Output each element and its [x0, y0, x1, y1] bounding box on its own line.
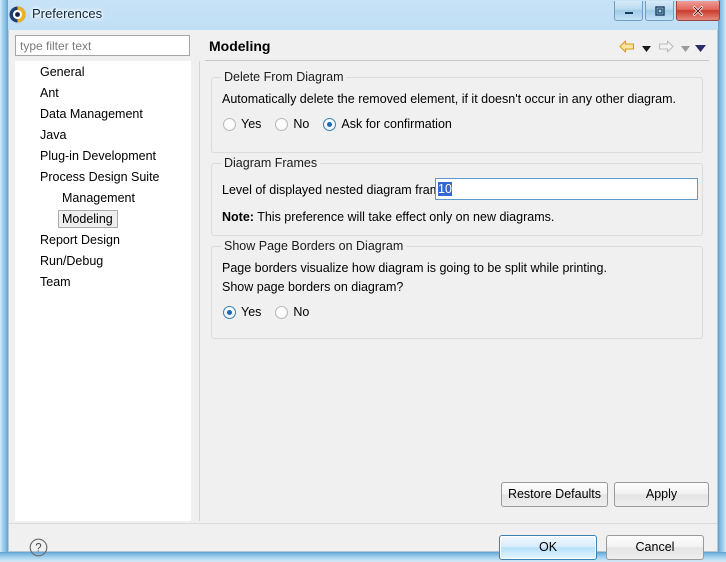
radio-icon	[275, 117, 289, 131]
preferences-app-icon	[9, 6, 26, 23]
sidebar-item-team[interactable]: Team	[16, 272, 190, 293]
group-title: Show Page Borders on Diagram	[221, 239, 407, 253]
filter-input[interactable]	[15, 35, 190, 56]
back-button[interactable]	[616, 39, 638, 57]
page-borders-description-line1: Page borders visualize how diagram is go…	[222, 261, 607, 275]
preferences-dialog-window: Preferences type filter text General Ant…	[0, 0, 726, 562]
back-arrow-icon	[619, 40, 635, 56]
radio-delete-no[interactable]: No	[275, 117, 309, 131]
window-title: Preferences	[32, 6, 103, 21]
radio-delete-ask-for-confirmation[interactable]: Ask for confirmation	[323, 117, 452, 131]
radio-icon	[223, 117, 236, 131]
note-body: This preference will take effect only on…	[257, 210, 555, 224]
group-description: Automatically delete the removed element…	[222, 92, 677, 106]
radio-icon-selected	[323, 117, 337, 131]
nested-frames-label: Level of displayed nested diagram frames…	[222, 183, 457, 197]
window-frame-left	[0, 0, 8, 562]
radio-delete-yes[interactable]: Yes	[223, 117, 261, 131]
sidebar-item-label: Java	[40, 128, 67, 142]
note-label: Note:	[222, 210, 254, 224]
apply-button[interactable]: Apply	[614, 482, 709, 507]
group-title: Delete From Diagram	[221, 70, 347, 84]
note-text: Note: This preference will take effect o…	[222, 210, 554, 224]
sidebar-item-label: Modeling	[58, 210, 118, 228]
minimize-icon	[615, 1, 642, 20]
cancel-button[interactable]: Cancel	[606, 535, 704, 560]
sidebar-item-process-design-suite[interactable]: Process Design Suite	[16, 167, 190, 188]
minimize-button[interactable]	[614, 1, 643, 21]
title-separator	[205, 60, 709, 61]
close-icon	[677, 1, 719, 20]
window-frame-right	[718, 0, 726, 562]
radio-page-borders-no[interactable]: No	[275, 305, 309, 319]
group-delete-from-diagram: Delete From Diagram Automatically delete…	[211, 70, 703, 153]
back-dropdown-button[interactable]	[640, 39, 653, 57]
group-show-page-borders: Show Page Borders on Diagram Page border…	[211, 239, 703, 339]
sidebar-item-run-debug[interactable]: Run/Debug	[16, 251, 190, 272]
chevron-down-icon	[642, 41, 651, 55]
sidebar-item-label: Management	[62, 191, 135, 205]
chevron-down-icon	[695, 41, 706, 55]
footer-separator	[9, 523, 717, 524]
maximize-button[interactable]	[645, 1, 674, 21]
chevron-down-icon	[681, 41, 690, 55]
title-bar[interactable]: Preferences	[0, 0, 726, 30]
help-icon[interactable]: ?	[29, 538, 48, 557]
sidebar-item-label: Report Design	[40, 233, 120, 247]
radio-label: No	[293, 117, 310, 131]
radio-icon	[275, 305, 289, 319]
radio-label: Ask for confirmation	[341, 117, 452, 131]
sidebar-item-label: Process Design Suite	[40, 170, 160, 184]
delete-from-diagram-radio-group: Yes No Ask for confirmation	[223, 117, 466, 131]
sidebar-item-management[interactable]: Management	[16, 188, 190, 209]
sidebar-item-data-management[interactable]: Data Management	[16, 104, 190, 125]
sidebar-item-label: Run/Debug	[40, 254, 104, 268]
sidebar-item-label: Plug-in Development	[40, 149, 157, 163]
sidebar-item-report-design[interactable]: Report Design	[16, 230, 190, 251]
page-borders-radio-group: Yes No	[223, 305, 323, 319]
restore-defaults-button[interactable]: Restore Defaults	[501, 482, 608, 507]
page-title: Modeling	[209, 38, 271, 54]
sidebar-item-label: Ant	[40, 86, 59, 100]
nested-frames-input[interactable]	[435, 178, 698, 200]
radio-label: No	[293, 305, 310, 319]
forward-arrow-icon	[658, 40, 674, 56]
svg-text:?: ?	[35, 543, 41, 555]
sidebar-item-label: Team	[40, 275, 71, 289]
forward-button	[655, 39, 677, 57]
sidebar-item-plug-in-development[interactable]: Plug-in Development	[16, 146, 190, 167]
sidebar-item-label: General	[40, 65, 85, 79]
sidebar-item-label: Data Management	[40, 107, 143, 121]
radio-label: Yes	[241, 117, 262, 131]
view-menu-button[interactable]	[694, 39, 707, 57]
radio-icon-selected	[223, 305, 236, 319]
group-title: Diagram Frames	[221, 156, 321, 170]
sidebar-item-ant[interactable]: Ant	[16, 83, 190, 104]
preference-tree[interactable]: General Ant Data Management Java Plug-in…	[15, 61, 191, 521]
radio-page-borders-yes[interactable]: Yes	[223, 305, 261, 319]
group-diagram-frames: Diagram Frames Level of displayed nested…	[211, 156, 703, 236]
page-borders-description-line2: Show page borders on diagram?	[222, 280, 404, 294]
sidebar-item-general[interactable]: General	[16, 62, 190, 83]
close-button[interactable]	[676, 1, 720, 21]
maximize-icon	[646, 1, 673, 20]
page-navigation-toolbar	[616, 39, 707, 57]
dialog-client-area: General Ant Data Management Java Plug-in…	[8, 30, 718, 560]
radio-label: Yes	[241, 305, 262, 319]
ok-button[interactable]: OK	[499, 535, 597, 560]
sidebar-item-modeling[interactable]: Modeling	[16, 209, 190, 230]
preference-page: Modeling Delete From Diagram Automatical…	[203, 32, 711, 521]
forward-dropdown-button	[679, 39, 692, 57]
sidebar-item-java[interactable]: Java	[16, 125, 190, 146]
